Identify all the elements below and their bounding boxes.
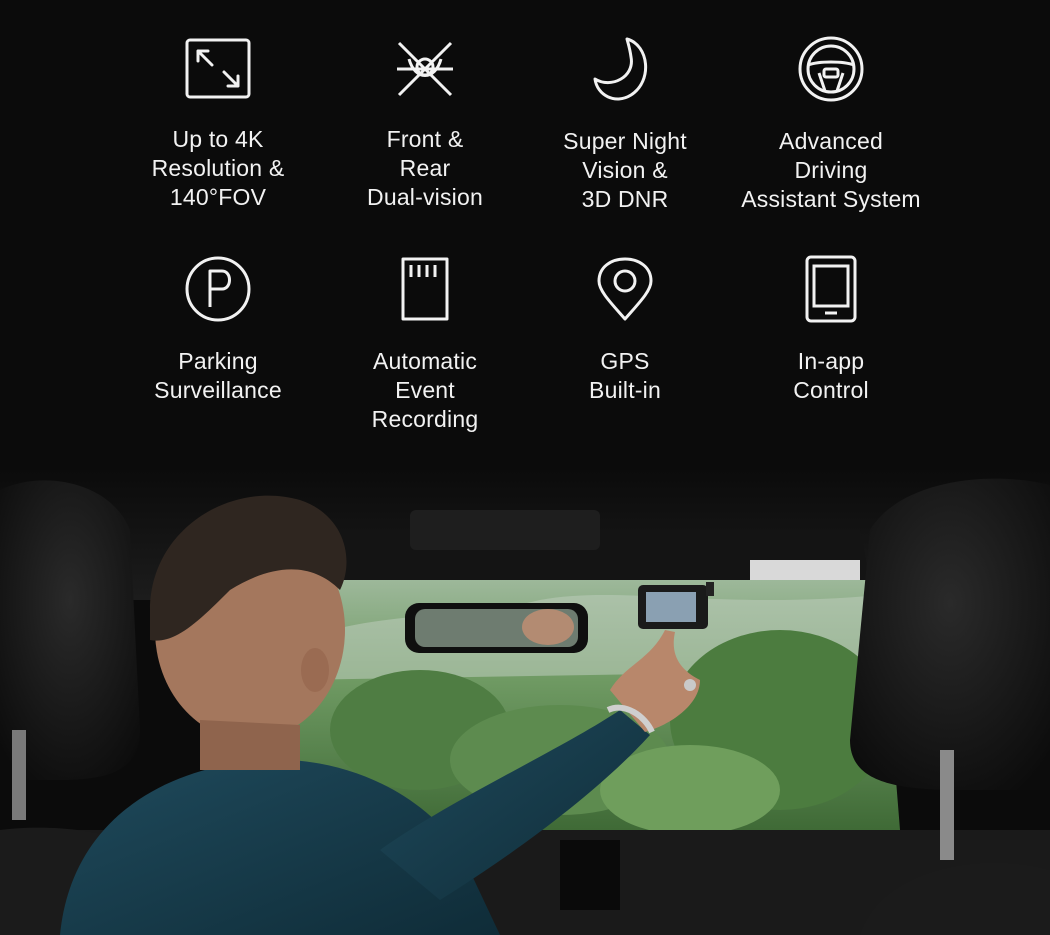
feature-label: In-app Control [793,348,869,403]
feature-app-control: In-app Control [721,255,941,405]
feature-label: Front & Rear Dual-vision [367,126,483,210]
car-interior-illustration [0,470,1050,935]
tablet-icon [805,255,857,323]
feature-label: Parking Surveillance [154,348,282,403]
feature-label: Super Night Vision & 3D DNR [563,128,687,212]
feature-event-recording: Automatic Event Recording [315,255,535,434]
crossed-camera-icon [397,41,453,97]
expand-arrows-icon [185,38,251,99]
feature-4k-resolution: Up to 4K Resolution & 140°FOV [108,37,328,212]
feature-label: Automatic Event Recording [371,348,479,432]
feature-adas: Advanced Driving Assistant System [721,35,941,214]
feature-night-vision: Super Night Vision & 3D DNR [515,35,735,214]
driver-scene-photo [0,470,1050,935]
feature-parking: Parking Surveillance [108,255,328,405]
parking-icon [185,256,251,322]
steering-wheel-icon [798,36,864,102]
location-pin-icon [597,257,653,321]
sd-card-icon [401,257,449,321]
feature-label: Advanced Driving Assistant System [741,128,921,212]
feature-label: GPS Built-in [589,348,661,403]
feature-label: Up to 4K Resolution & 140°FOV [151,126,285,210]
feature-gps: GPS Built-in [515,255,735,405]
feature-grid: Up to 4K Resolution & 140°FOV Front & Re… [0,0,1050,470]
crescent-moon-icon [593,37,647,101]
feature-dual-vision: Front & Rear Dual-vision [315,37,535,212]
